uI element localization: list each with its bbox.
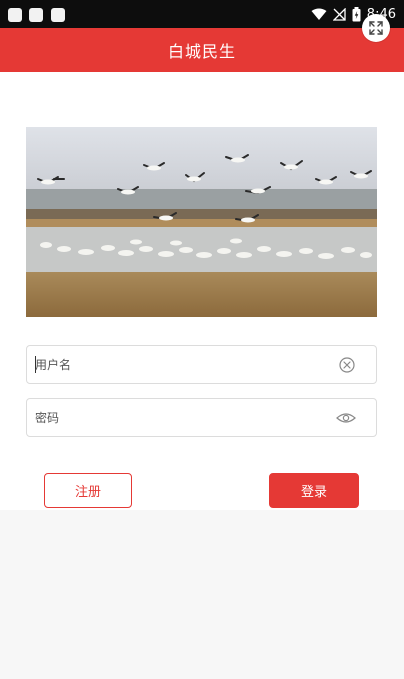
cranes-photo — [26, 127, 377, 317]
signal-icon — [332, 7, 346, 21]
password-field[interactable] — [26, 398, 377, 437]
login-panel: 注册 登录 — [0, 72, 404, 510]
notification-icon — [8, 8, 22, 22]
register-button-label: 注册 — [74, 485, 101, 500]
login-button[interactable]: 登录 — [269, 473, 359, 508]
password-input[interactable] — [35, 399, 325, 436]
status-bar: 8:46 — [0, 0, 404, 28]
page-title: 白城民生 — [167, 42, 236, 61]
username-field[interactable] — [26, 345, 377, 384]
eye-icon[interactable] — [336, 409, 356, 427]
battery-icon — [352, 6, 361, 21]
notification-icon — [29, 8, 43, 22]
username-input[interactable] — [35, 346, 325, 383]
expand-arrows-icon — [369, 21, 383, 35]
app-bar: 白城民生 — [0, 28, 404, 72]
login-button-label: 登录 — [300, 485, 327, 500]
clear-circle-icon[interactable] — [338, 356, 356, 374]
notification-icon — [51, 8, 65, 22]
wifi-icon — [311, 8, 327, 20]
register-button[interactable]: 注册 — [44, 473, 132, 508]
expand-button[interactable] — [362, 14, 390, 42]
banner-image — [26, 127, 377, 317]
